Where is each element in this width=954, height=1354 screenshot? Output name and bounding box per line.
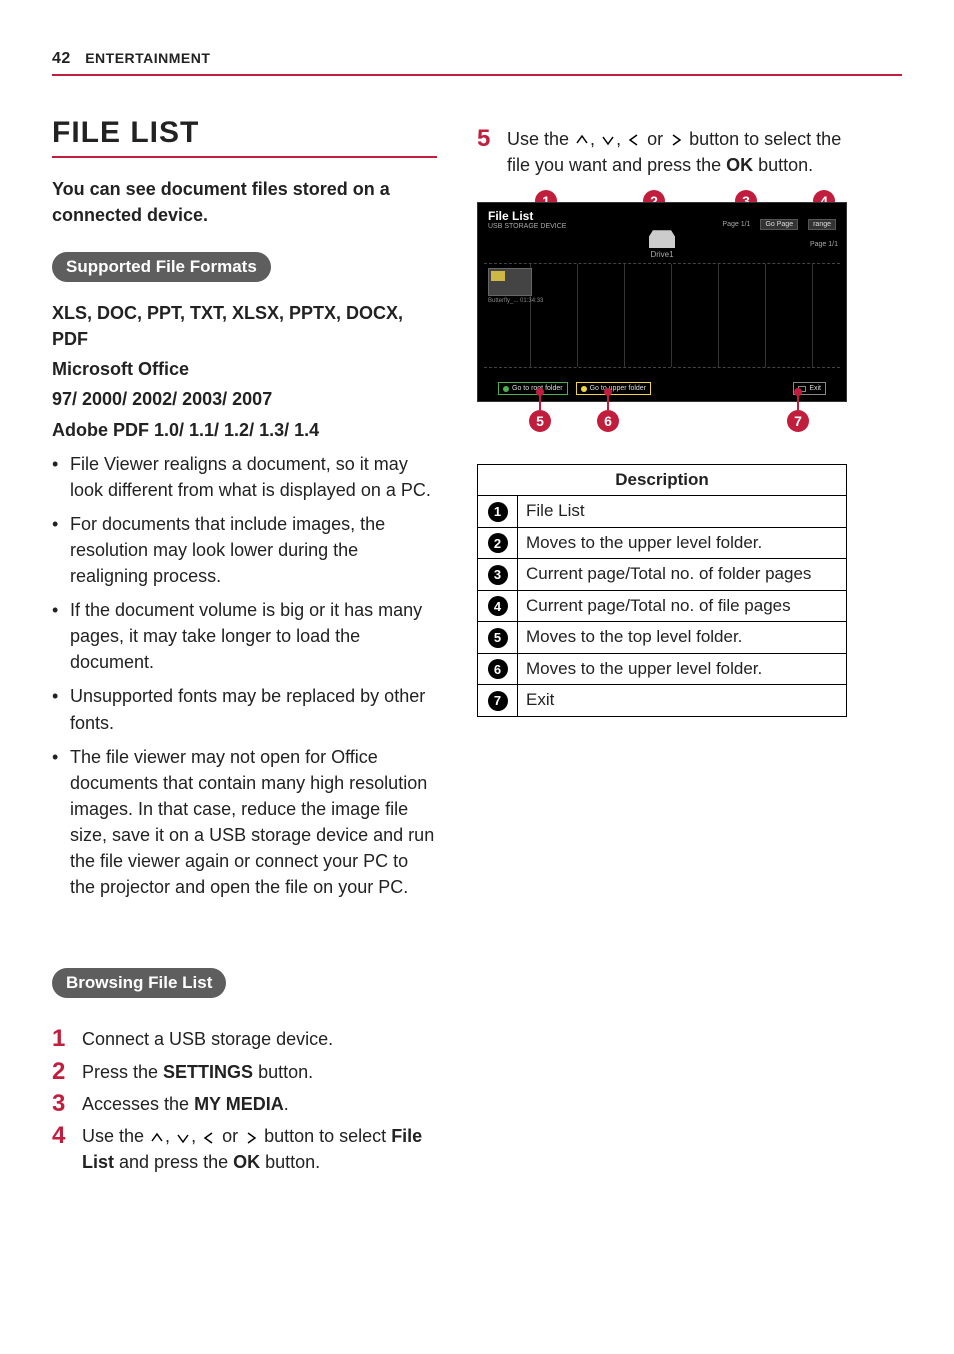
- formats-line3: 97/ 2000/ 2002/ 2003/ 2007: [52, 386, 437, 412]
- table-row: 5Moves to the top level folder.: [478, 622, 847, 654]
- down-arrow-icon: [600, 132, 616, 148]
- main-title: FILE LIST: [52, 116, 437, 158]
- formats-line4: Adobe PDF 1.0/ 1.1/ 1.2/ 1.3/ 1.4: [52, 417, 437, 443]
- left-arrow-icon: [201, 1130, 217, 1146]
- note-item: Unsupported fonts may be replaced by oth…: [52, 683, 437, 735]
- file-thumbnail-label: Butterfly_... 01:34:33: [488, 298, 543, 304]
- table-row: 1File List: [478, 496, 847, 528]
- down-arrow-icon: [175, 1130, 191, 1146]
- go-root-button: Go to root folder: [498, 382, 568, 395]
- shot-drive-label: Drive1: [650, 250, 673, 259]
- note-item: File Viewer realigns a document, so it m…: [52, 451, 437, 503]
- up-arrow-icon: [149, 1130, 165, 1146]
- right-arrow-icon: [668, 132, 684, 148]
- drive-icon: [649, 230, 675, 248]
- supported-formats-heading: Supported File Formats: [52, 252, 271, 282]
- shot-subtitle: USB STORAGE DEVICE: [488, 223, 566, 230]
- page-header: 42 ENTERTAINMENT: [52, 50, 902, 76]
- step-1: 1 Connect a USB storage device.: [52, 1026, 437, 1052]
- page-number: 42: [52, 50, 71, 68]
- left-arrow-icon: [626, 132, 642, 148]
- shot-title: File List: [488, 209, 566, 223]
- table-row: 7Exit: [478, 685, 847, 717]
- section-title: ENTERTAINMENT: [85, 50, 210, 66]
- shot-change: range: [808, 219, 836, 230]
- step-4: 4 Use the , , or button to select File L…: [52, 1123, 437, 1175]
- note-item: If the document volume is big or it has …: [52, 597, 437, 675]
- shot-page-file: Page 1/1: [810, 241, 838, 248]
- step-3: 3 Accesses the MY MEDIA.: [52, 1091, 437, 1117]
- table-row: 2Moves to the upper level folder.: [478, 527, 847, 559]
- table-row: 3Current page/Total no. of folder pages: [478, 559, 847, 591]
- go-upper-button: Go to upper folder: [576, 382, 651, 395]
- shot-go-page: Go Page: [760, 219, 798, 230]
- description-table: Description 1File List 2Moves to the upp…: [477, 464, 847, 717]
- formats-line1: XLS, DOC, PPT, TXT, XLSX, PPTX, DOCX, PD…: [52, 300, 437, 352]
- formats-line2: Microsoft Office: [52, 356, 437, 382]
- up-arrow-icon: [574, 132, 590, 148]
- browsing-heading: Browsing File List: [52, 968, 226, 998]
- file-list-screenshot: File List USB STORAGE DEVICE Page 1/1 Go…: [477, 202, 847, 402]
- table-row: 6Moves to the upper level folder.: [478, 653, 847, 685]
- step-5: 5 Use the , , or button to select the fi…: [477, 126, 857, 178]
- shot-page-folder: Page 1/1: [722, 221, 750, 228]
- note-item: For documents that include images, the r…: [52, 511, 437, 589]
- right-arrow-icon: [243, 1130, 259, 1146]
- note-item: The file viewer may not open for Office …: [52, 744, 437, 901]
- table-header: Description: [478, 465, 847, 496]
- file-thumbnail: [488, 268, 532, 296]
- step-2: 2 Press the SETTINGS button.: [52, 1059, 437, 1085]
- table-row: 4Current page/Total no. of file pages: [478, 590, 847, 622]
- intro-text: You can see document files stored on a c…: [52, 176, 437, 228]
